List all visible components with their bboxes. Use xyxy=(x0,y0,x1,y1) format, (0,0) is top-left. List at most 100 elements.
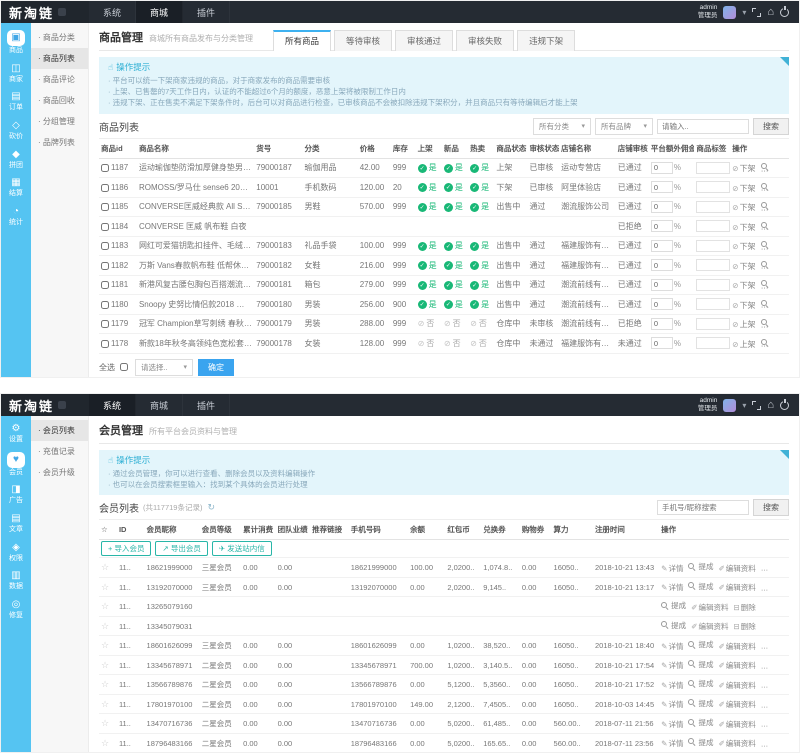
submenu-item[interactable]: 分组管理 xyxy=(31,111,88,132)
sidebar-item-shop[interactable]: ◫商家 xyxy=(2,61,30,86)
tag-input[interactable] xyxy=(696,240,730,252)
commission-input[interactable] xyxy=(651,240,673,252)
op-ban-link[interactable]: ⊘下架 xyxy=(732,222,755,233)
sidebar-item-repair[interactable]: ◎修复 xyxy=(2,597,30,622)
op-mag-link[interactable]: 提成 xyxy=(688,581,713,592)
home-icon[interactable]: ⌂ xyxy=(767,400,774,411)
op-del-link[interactable]: ⊟删除 xyxy=(733,602,755,613)
op-ban-link[interactable]: ⊘下架 xyxy=(732,202,755,213)
op-ban-link[interactable]: ⊘上架 xyxy=(732,339,755,350)
commission-input[interactable] xyxy=(651,201,673,213)
op-edit-link[interactable]: ✎详情 xyxy=(661,582,683,593)
op-pencil-link[interactable]: ✐编辑资料 xyxy=(718,582,755,593)
avatar[interactable] xyxy=(723,6,736,19)
confirm-button[interactable]: 确定 xyxy=(198,359,234,376)
commission-input[interactable] xyxy=(651,318,673,330)
op-mag-link[interactable]: 提成 xyxy=(661,600,686,611)
star-icon[interactable]: ☆ xyxy=(101,621,109,631)
sidebar-item-ad[interactable]: ◨广告 xyxy=(2,482,30,507)
commission-input[interactable] xyxy=(651,162,673,174)
submenu-item[interactable]: 充值记录 xyxy=(31,441,88,462)
sidebar-item-stats[interactable]: ◔统计 xyxy=(2,204,30,229)
sidebar-item-goods[interactable]: ▣商品 xyxy=(2,28,30,57)
op-edit-link[interactable]: ✎详情 xyxy=(661,660,683,671)
sidebar-item-article[interactable]: ▤文章 xyxy=(2,511,30,536)
import-button[interactable]: + 导入会员 xyxy=(101,541,151,556)
row-checkbox[interactable] xyxy=(101,340,109,348)
star-icon[interactable]: ☆ xyxy=(101,718,109,728)
chevron-down-icon[interactable]: ▾ xyxy=(742,401,746,410)
star-icon[interactable]: ☆ xyxy=(101,640,109,650)
tag-input[interactable] xyxy=(696,162,730,174)
tab[interactable]: 审核失败 xyxy=(456,30,514,51)
submenu-item[interactable]: 会员升级 xyxy=(31,462,88,483)
star-icon[interactable]: ☆ xyxy=(101,699,109,709)
op-mag-link[interactable]: 提成 xyxy=(661,620,686,631)
tag-input[interactable] xyxy=(696,318,730,330)
op-pencil-link[interactable]: ✐编辑资料 xyxy=(718,563,755,574)
op-mag-link[interactable]: 提成 xyxy=(688,678,713,689)
tag-input[interactable] xyxy=(696,298,730,310)
sidebar-item-bargain[interactable]: ◇砍价 xyxy=(2,118,30,143)
tag-input[interactable] xyxy=(696,220,730,232)
topnav-item[interactable]: 系统 xyxy=(89,394,136,416)
topnav-item[interactable]: 系统 xyxy=(89,1,136,23)
row-checkbox[interactable] xyxy=(101,223,109,231)
op-mag-link[interactable]: 提成 xyxy=(688,737,713,748)
op-pencil-link[interactable]: ✐编辑资料 xyxy=(718,680,755,691)
chevron-down-icon[interactable]: ▾ xyxy=(742,8,746,17)
op-edit-link[interactable]: ✎详情 xyxy=(661,641,683,652)
row-checkbox[interactable] xyxy=(101,320,109,328)
op-pencil-link[interactable]: ✐编辑资料 xyxy=(718,660,755,671)
op-mag-link[interactable]: 查看 xyxy=(761,318,787,329)
op-mag-link[interactable]: 提成 xyxy=(688,659,713,670)
star-icon[interactable]: ☆ xyxy=(101,660,109,670)
row-checkbox[interactable] xyxy=(101,164,109,172)
op-pencil-link[interactable]: ✐编辑资料 xyxy=(718,699,755,710)
op-edit-link[interactable]: ✎详情 xyxy=(661,699,683,710)
tag-input[interactable] xyxy=(696,337,730,349)
op-mag-link[interactable]: 查看 xyxy=(761,279,787,290)
tag-input[interactable] xyxy=(696,279,730,291)
star-icon[interactable]: ☆ xyxy=(101,679,109,689)
op-ban-link[interactable]: ⊘上架 xyxy=(732,319,755,330)
commission-input[interactable] xyxy=(651,181,673,193)
send-button[interactable]: ✈ 发送站内信 xyxy=(212,541,272,556)
tab[interactable]: 等待审核 xyxy=(334,30,392,51)
op-ban-link[interactable]: ⊘下架 xyxy=(732,183,755,194)
row-checkbox[interactable] xyxy=(101,281,109,289)
commission-input[interactable] xyxy=(651,337,673,349)
topnav-item[interactable]: 插件 xyxy=(183,394,230,416)
op-edit-link[interactable]: ✎详情 xyxy=(661,680,683,691)
export-button[interactable]: ↗ 导出会员 xyxy=(155,541,207,556)
submenu-item[interactable]: 商品列表 xyxy=(31,48,88,69)
op-edit-link[interactable]: ✎详情 xyxy=(661,563,683,574)
op-edit-link[interactable]: ✎详情 xyxy=(661,738,683,749)
row-checkbox[interactable] xyxy=(101,262,109,270)
member-search-input[interactable] xyxy=(657,500,749,515)
commission-input[interactable] xyxy=(651,220,673,232)
topnav-item[interactable]: 插件 xyxy=(183,1,230,23)
star-icon[interactable]: ☆ xyxy=(101,582,109,592)
refresh-icon[interactable]: ↻ xyxy=(207,502,215,513)
op-mag-link[interactable]: 查看 xyxy=(761,298,787,309)
select-all-checkbox[interactable] xyxy=(120,363,128,371)
sidebar-item-gear[interactable]: ⚙设置 xyxy=(2,421,30,446)
op-del-link[interactable]: ⊟删除 xyxy=(733,621,755,632)
row-checkbox[interactable] xyxy=(101,242,109,250)
op-ban-link[interactable]: ⊘下架 xyxy=(732,241,755,252)
commission-input[interactable] xyxy=(651,279,673,291)
op-mag-link[interactable]: 提成 xyxy=(688,698,713,709)
topnav-item[interactable]: 商城 xyxy=(136,1,183,23)
star-icon[interactable]: ☆ xyxy=(101,738,109,748)
power-icon[interactable] xyxy=(780,401,789,410)
row-checkbox[interactable] xyxy=(101,301,109,309)
op-ban-link[interactable]: ⊘下架 xyxy=(732,163,755,174)
sidebar-item-settle[interactable]: ▦结算 xyxy=(2,175,30,200)
commission-input[interactable] xyxy=(651,259,673,271)
tag-input[interactable] xyxy=(696,259,730,271)
op-ban-link[interactable]: ⊘下架 xyxy=(732,300,755,311)
fullscreen-icon[interactable] xyxy=(752,8,761,17)
sidebar-item-database[interactable]: ▥数据 xyxy=(2,568,30,593)
sidebar-item-order[interactable]: ▤订单 xyxy=(2,89,30,114)
